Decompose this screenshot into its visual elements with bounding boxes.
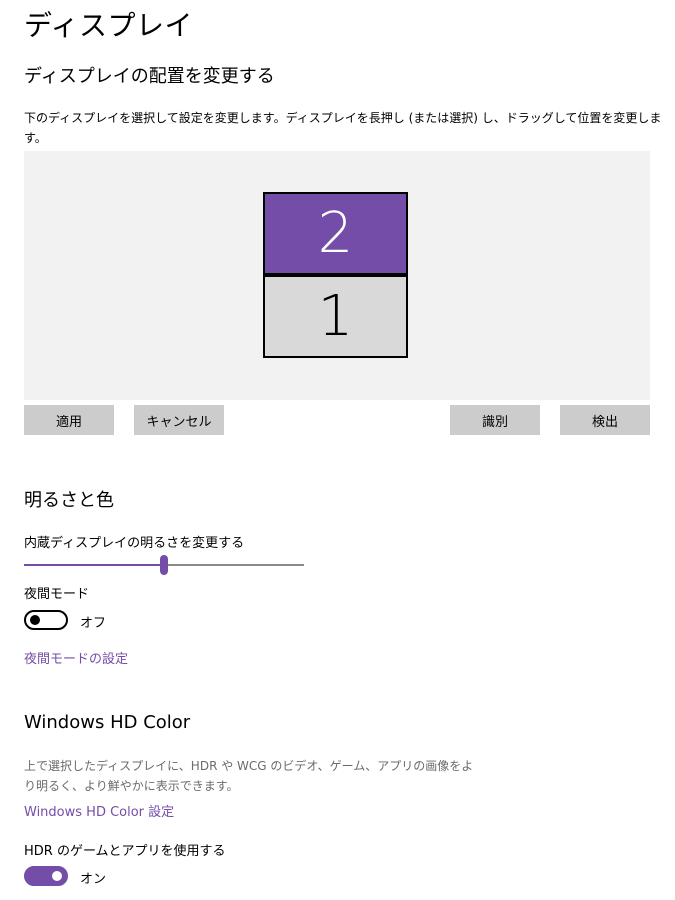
page-title: ディスプレイ — [24, 9, 194, 42]
arrange-displays-description: 下のディスプレイを選択して設定を変更します。ディスプレイを長押し (または選択)… — [24, 111, 662, 145]
brightness-slider[interactable] — [24, 555, 304, 575]
night-mode-label: 夜間モード — [24, 587, 90, 602]
toggle-knob — [52, 871, 62, 881]
apply-button[interactable]: 適用 — [24, 405, 114, 435]
monitor-1-tile[interactable]: 1 — [263, 275, 408, 358]
detect-button[interactable]: 検出 — [560, 405, 650, 435]
toggle-knob — [30, 615, 40, 625]
display-arrangement-canvas: 2 1 — [24, 151, 650, 400]
hd-color-heading: Windows HD Color — [24, 712, 191, 733]
slider-fill — [24, 564, 164, 566]
hdr-state: オン — [80, 872, 107, 887]
arrange-displays-heading: ディスプレイの配置を変更する — [24, 66, 275, 87]
display-settings-page: ディスプレイ ディスプレイの配置を変更する 下のディスプレイを選択して設定を変更… — [0, 0, 675, 900]
hdr-games-apps-label: HDR のゲームとアプリを使用する — [24, 844, 226, 859]
identify-button[interactable]: 識別 — [450, 405, 540, 435]
brightness-color-heading: 明るさと色 — [24, 490, 114, 511]
brightness-slider-label: 内蔵ディスプレイの明るさを変更する — [24, 536, 245, 551]
night-mode-settings-link[interactable]: 夜間モードの設定 — [24, 648, 128, 667]
cancel-button[interactable]: キャンセル — [134, 405, 224, 435]
monitor-2-tile[interactable]: 2 — [263, 192, 408, 275]
night-mode-state: オフ — [80, 616, 107, 631]
hd-color-settings-link[interactable]: Windows HD Color 設定 — [24, 801, 174, 820]
hdr-toggle[interactable] — [24, 866, 68, 886]
slider-thumb[interactable] — [160, 555, 168, 575]
night-mode-toggle[interactable] — [24, 610, 68, 630]
hd-color-description: 上で選択したディスプレイに、HDR や WCG のビデオ、ゲーム、アプリの画像を… — [24, 759, 474, 793]
